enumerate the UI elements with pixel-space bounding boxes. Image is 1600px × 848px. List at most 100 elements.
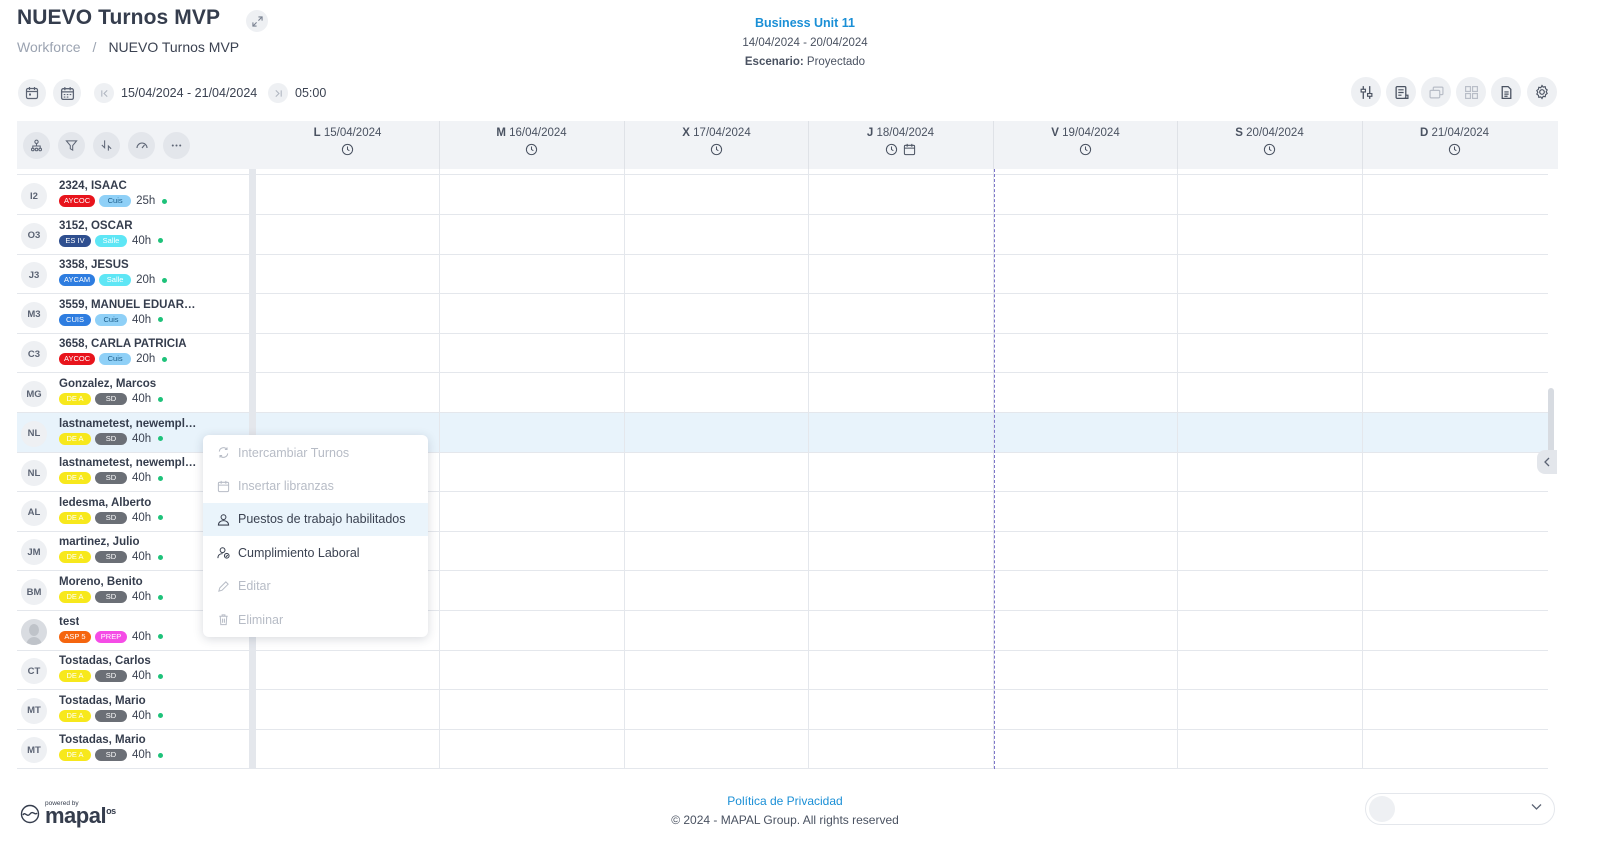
employee-name[interactable]: 3152, OSCAR <box>59 220 133 232</box>
clock-icon[interactable] <box>710 143 723 159</box>
contract-hours: 40h <box>132 670 152 683</box>
status-dot <box>158 634 164 640</box>
clock-icon[interactable] <box>1263 143 1276 159</box>
employee-name[interactable]: 3559, MANUEL EDUARDO <box>59 299 199 311</box>
status-dot <box>158 436 164 442</box>
role-badge: Salle <box>95 234 127 247</box>
settings-button[interactable] <box>1527 77 1557 107</box>
menu-item-intercambiar-turnos[interactable]: Intercambiar Turnos <box>203 436 428 469</box>
day-column-header[interactable]: M 16/04/2024 <box>439 121 624 169</box>
employee-row[interactable]: CT Tostadas, Carlos DE A SD 40h <box>17 650 1548 691</box>
calendar-event-icon[interactable] <box>903 143 916 159</box>
status-dot <box>158 396 164 402</box>
clock-icon[interactable] <box>1079 143 1092 159</box>
privacy-policy-link[interactable]: Política de Privacidad <box>600 792 970 811</box>
brand-text: mapal <box>45 803 107 828</box>
business-unit-label: Business Unit 11 <box>754 16 856 30</box>
employee-name[interactable]: Tostadas, Mario <box>59 695 146 707</box>
clock-icon[interactable] <box>525 143 538 159</box>
employee-name[interactable]: 3358, JESUS <box>59 259 129 271</box>
column-divider <box>993 121 994 169</box>
calendar-day-button[interactable] <box>18 79 46 107</box>
menu-item-cumplimiento-laboral[interactable]: Cumplimiento Laboral <box>203 536 428 569</box>
employee-name[interactable]: test <box>59 616 79 628</box>
last-period-button[interactable] <box>268 83 288 103</box>
contract-hours: 40h <box>132 591 152 603</box>
day-label: X 17/04/2024 <box>624 127 809 139</box>
day-column-header[interactable]: S 20/04/2024 <box>1177 121 1362 169</box>
sort-button[interactable] <box>93 131 120 159</box>
employee-row[interactable]: I2 2324, ISAAC AYCOC Cuis 25h <box>17 175 1548 215</box>
role-badge: DE A <box>59 551 91 564</box>
speed-button[interactable] <box>128 131 155 159</box>
employee-row[interactable]: O3 3152, OSCAR ES IV Salle 40h <box>17 215 1548 255</box>
day-column-header[interactable]: J 18/04/2024 <box>808 121 993 169</box>
day-column-header[interactable]: L 15/04/2024 <box>255 121 440 169</box>
filter-button[interactable] <box>58 131 85 159</box>
chevron-left-icon <box>1544 457 1550 467</box>
expand-button[interactable] <box>246 10 268 32</box>
employee-row[interactable]: C3 3658, CARLA PATRICIA AYCOC Cuis 20h <box>17 333 1548 374</box>
employee-row[interactable]: J3 3358, JESUS AYCAM Salle 20h <box>17 254 1548 295</box>
day-column-header[interactable]: D 21/04/2024 <box>1362 121 1547 169</box>
contract-hours: 40h <box>132 393 152 405</box>
more-button[interactable] <box>163 131 190 159</box>
first-period-button[interactable] <box>94 83 114 103</box>
column-divider <box>1177 121 1178 169</box>
breadcrumb-workforce-link[interactable]: Workforce <box>17 39 81 55</box>
day-date: 18/04/2024 <box>876 127 935 139</box>
employee-name[interactable]: Moreno, Benito <box>59 576 143 588</box>
copy-button[interactable] <box>1421 77 1451 107</box>
employee-name[interactable]: 3658, CARLA PATRICIA <box>59 338 187 350</box>
avatar: MT <box>21 697 47 724</box>
scenario-line: Escenario: Proyectado <box>650 53 960 73</box>
account-selector[interactable] <box>1365 793 1555 825</box>
day-date: 21/04/2024 <box>1431 127 1490 139</box>
employee-name[interactable]: ledesma, Alberto <box>59 497 151 509</box>
role-badge: SD <box>95 432 127 445</box>
employee-name[interactable]: martinez, Julio <box>59 536 140 548</box>
menu-item-puestos-de-trabajo-habilitados[interactable]: Puestos de trabajo habilitados <box>203 502 428 537</box>
employee-name[interactable]: lastnametest, newemployee <box>59 418 199 430</box>
day-column-header[interactable]: V 19/04/2024 <box>993 121 1178 169</box>
grid-view-button[interactable] <box>1456 77 1486 107</box>
collapse-panel-button[interactable] <box>1537 450 1557 474</box>
avatar: MT <box>21 737 47 764</box>
day-date: 16/04/2024 <box>509 127 567 139</box>
menu-item-editar[interactable]: Editar <box>203 570 428 603</box>
calendar-week-button[interactable] <box>53 79 81 107</box>
hierarchy-button[interactable] <box>23 131 50 159</box>
employee-name[interactable]: lastnametest, newemployee <box>59 457 199 469</box>
document-button[interactable] <box>1491 77 1521 107</box>
day-column-header[interactable]: X 17/04/2024 <box>624 121 809 169</box>
start-time-label[interactable]: 05:00 <box>295 86 326 100</box>
menu-item-insertar-libranzas[interactable]: Insertar libranzas <box>203 469 428 502</box>
employee-name[interactable]: Gonzalez, Marcos <box>59 378 156 390</box>
column-divider <box>808 121 809 169</box>
menu-item-eliminar[interactable]: Eliminar <box>203 603 428 636</box>
avatar: O3 <box>21 222 47 249</box>
clock-icon[interactable] <box>885 143 898 159</box>
avatar: JM <box>21 539 47 566</box>
avatar: I2 <box>21 183 47 209</box>
context-menu: Intercambiar Turnos Insertar libranzas Pue… <box>203 435 428 637</box>
date-range-label[interactable]: 15/04/2024 - 21/04/2024 <box>121 86 257 100</box>
clock-icon[interactable] <box>1448 143 1461 159</box>
column-divider <box>439 169 440 769</box>
employee-name[interactable]: 2324, ISAAC <box>59 180 127 192</box>
adjustments-button[interactable] <box>1351 77 1381 107</box>
clock-icon[interactable] <box>341 143 354 159</box>
employee-row[interactable]: MG Gonzalez, Marcos DE A SD 40h <box>17 373 1548 413</box>
employee-name[interactable]: Tostadas, Mario <box>59 734 146 746</box>
employee-row[interactable]: MT Tostadas, Mario DE A SD 40h <box>17 690 1548 730</box>
employee-row[interactable]: MT Tostadas, Mario DE A SD 40h <box>17 729 1548 769</box>
current-time-line <box>994 169 995 769</box>
report-button[interactable] <box>1386 77 1416 107</box>
employee-name[interactable]: Tostadas, Carlos <box>59 655 151 667</box>
day-label: J 18/04/2024 <box>808 127 993 139</box>
employee-row[interactable]: M3 3559, MANUEL EDUARDO CUIS Cuis 40h <box>17 294 1548 334</box>
account-avatar <box>1369 796 1395 822</box>
gear-icon <box>1536 84 1548 100</box>
vertical-scrollbar[interactable] <box>1548 388 1554 458</box>
contract-hours: 20h <box>136 274 156 287</box>
